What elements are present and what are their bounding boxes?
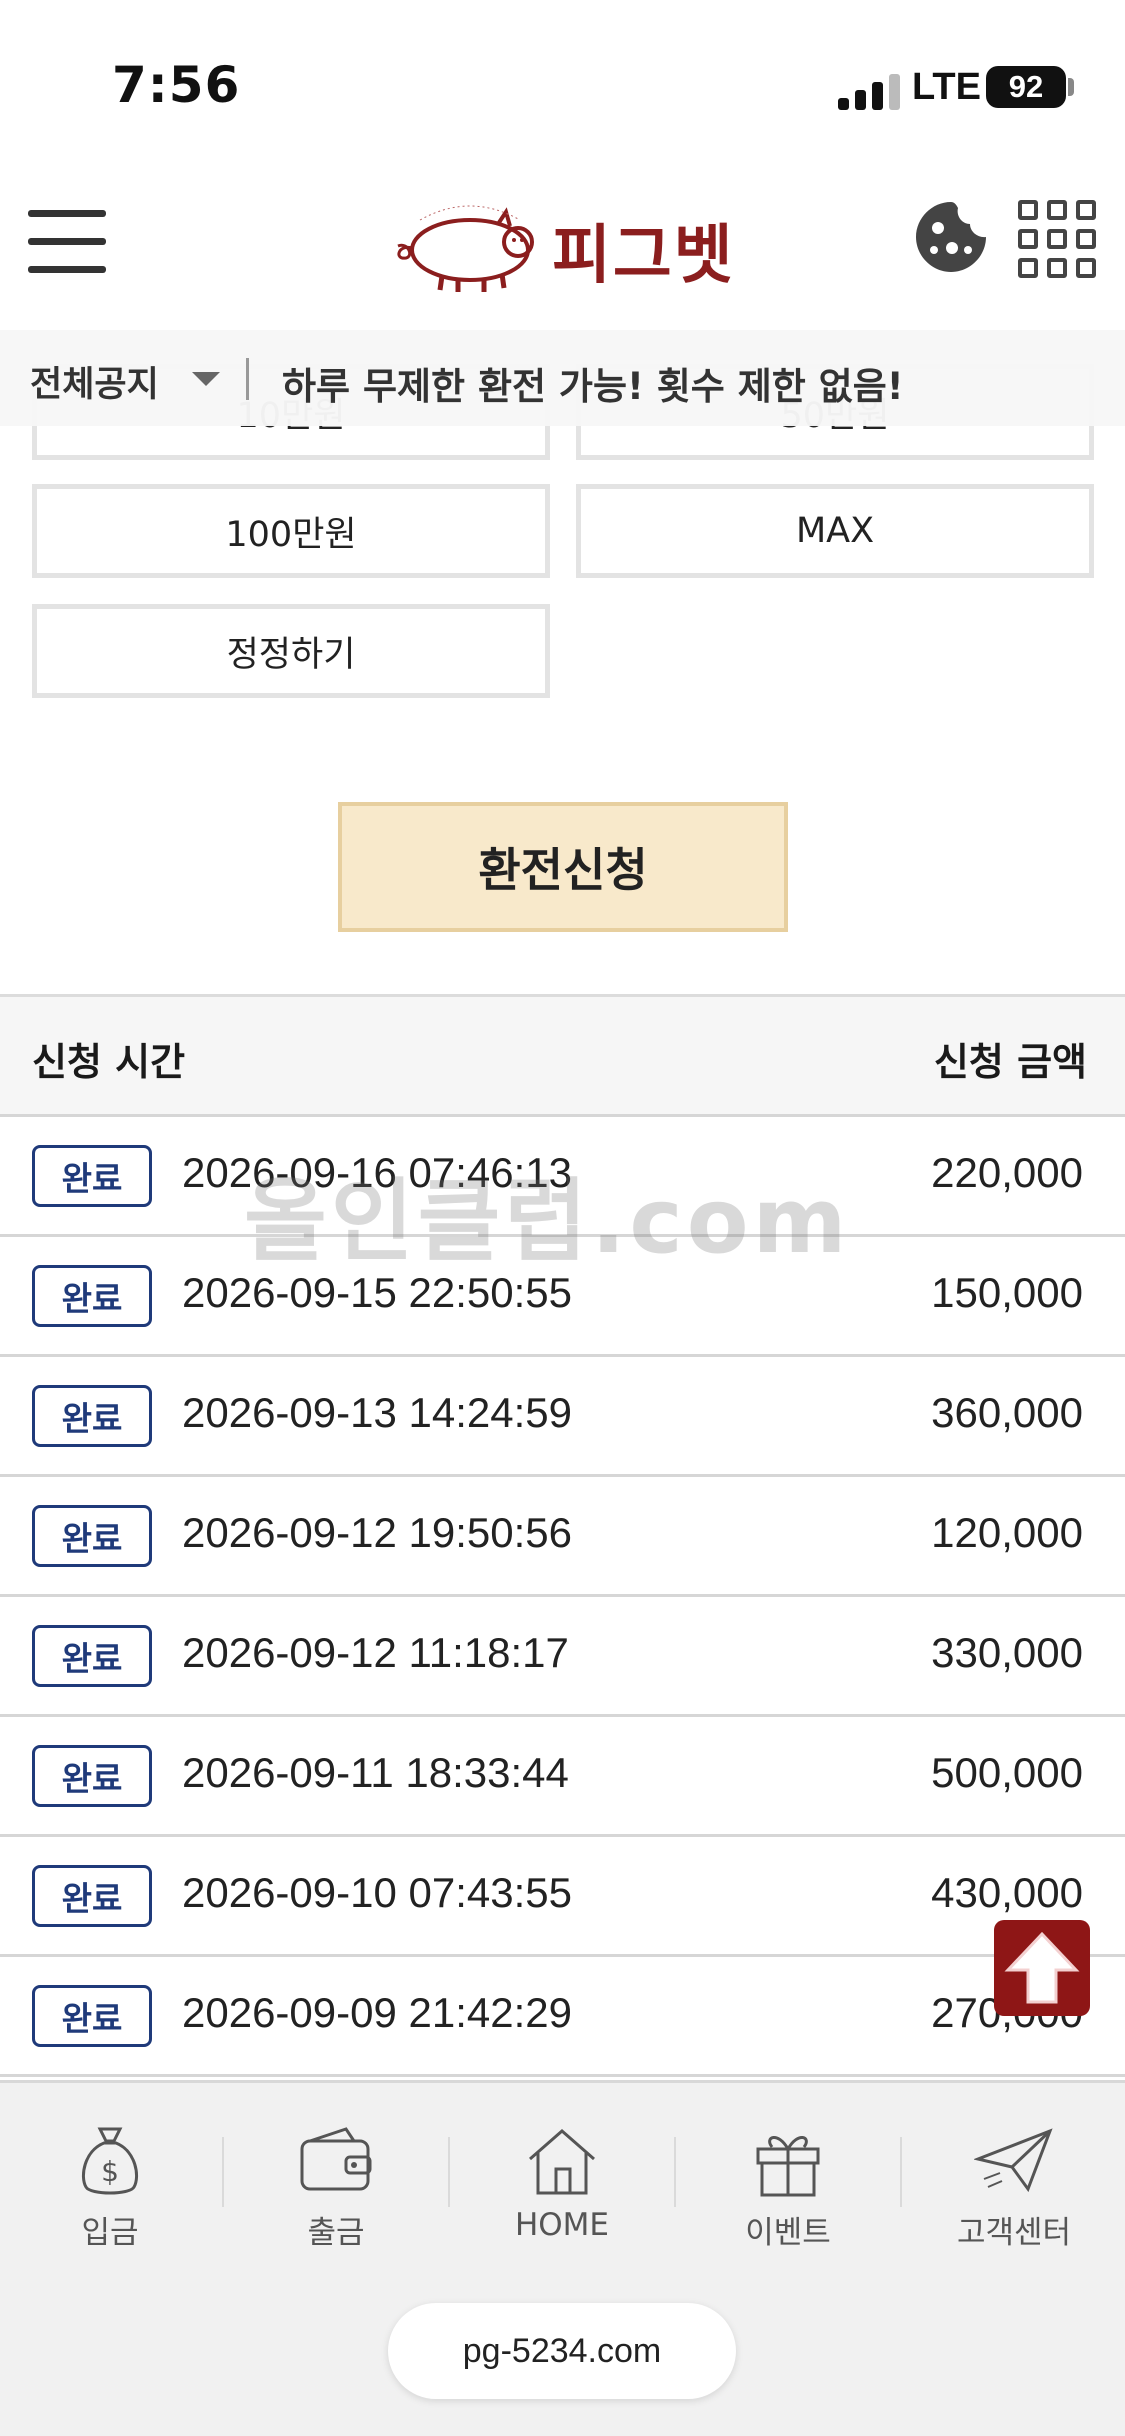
paper-plane-icon	[974, 2128, 1053, 2193]
request-amount: 500,000	[931, 1749, 1083, 1796]
menu-icon[interactable]	[28, 206, 106, 276]
nav-withdraw[interactable]: 출금	[246, 2123, 426, 2253]
status-badge: 완료	[32, 1865, 152, 1927]
table-row: 완료 2026-09-09 21:42:29 270,000	[0, 1957, 1125, 2077]
browser-url-bar[interactable]: pg-5234.com	[388, 2303, 736, 2399]
house-icon	[529, 2129, 595, 2195]
nav-deposit[interactable]: $ 입금	[20, 2123, 200, 2253]
notice-bar[interactable]: 전체공지 하루 무제한 환전 가능! 횟수 제한 없음!	[0, 330, 1125, 426]
table-row: 완료 2026-09-16 07:46:13 220,000	[0, 1117, 1125, 1237]
table-row: 완료 2026-09-15 22:50:55 150,000	[0, 1237, 1125, 1357]
amount-button-max[interactable]: MAX	[576, 484, 1094, 578]
apps-grid-icon[interactable]	[1018, 200, 1096, 278]
request-datetime: 2026-09-13 14:24:59	[182, 1389, 572, 1436]
battery-tip	[1068, 78, 1074, 96]
svg-text:$: $	[101, 2155, 119, 2188]
status-badge: 완료	[32, 1745, 152, 1807]
status-time: 7:56	[112, 56, 241, 114]
scroll-top-button[interactable]	[994, 1920, 1090, 2016]
table-row: 완료 2026-09-12 11:18:17 330,000	[0, 1597, 1125, 1717]
nav-event[interactable]: 이벤트	[698, 2123, 878, 2253]
table-row: 완료 2026-09-12 19:50:56 120,000	[0, 1477, 1125, 1597]
notice-divider	[246, 358, 249, 400]
request-datetime: 2026-09-16 07:46:13	[182, 1149, 572, 1196]
withdraw-history-table: 신청 시간 신청 금액 완료 2026-09-16 07:46:13 220,0…	[0, 994, 1125, 2077]
status-badge: 완료	[32, 1985, 152, 2047]
request-datetime: 2026-09-10 07:43:55	[182, 1869, 572, 1916]
request-amount: 150,000	[931, 1269, 1083, 1316]
request-amount: 330,000	[931, 1629, 1083, 1676]
nav-divider	[900, 2137, 902, 2207]
nav-support[interactable]: 고객센터	[924, 2123, 1104, 2253]
table-header: 신청 시간 신청 금액	[0, 997, 1125, 1117]
request-amount: 360,000	[931, 1389, 1083, 1436]
table-row: 완료 2026-09-11 18:33:44 500,000	[0, 1717, 1125, 1837]
nav-label: 입금	[81, 2215, 139, 2251]
status-badge: 완료	[32, 1505, 152, 1567]
header-request-time: 신청 시간	[32, 1040, 186, 1084]
request-datetime: 2026-09-09 21:42:29	[182, 1989, 572, 2036]
bottom-nav: $ 입금 출금 HOME 이벤트 고객센터 pg-5234.com	[0, 2080, 1125, 2436]
nav-divider	[674, 2137, 676, 2207]
table-row: 완료 2026-09-13 14:24:59 360,000	[0, 1357, 1125, 1477]
money-bag-icon: $	[81, 2127, 139, 2195]
battery-icon: 92	[986, 66, 1066, 108]
app-header: 피그벳	[0, 170, 1125, 330]
status-badge: 완료	[32, 1145, 152, 1207]
status-badge: 완료	[32, 1265, 152, 1327]
pig-logo-icon	[397, 205, 534, 292]
site-logo[interactable]: 피그벳	[380, 190, 760, 300]
amount-button-1m[interactable]: 100만원	[32, 484, 550, 578]
header-request-amount: 신청 금액	[933, 1040, 1087, 1084]
table-row: 완료 2026-09-10 07:43:55 430,000	[0, 1837, 1125, 1957]
nav-label: 고객센터	[956, 2215, 1072, 2251]
caret-down-icon[interactable]	[192, 372, 220, 386]
cookie-icon[interactable]	[912, 198, 990, 276]
nav-label: HOME	[514, 2207, 610, 2243]
nav-home[interactable]: HOME	[472, 2123, 652, 2253]
status-badge: 완료	[32, 1625, 152, 1687]
notice-category[interactable]: 전체공지	[30, 356, 159, 407]
wallet-icon	[300, 2127, 372, 2191]
request-datetime: 2026-09-12 19:50:56	[182, 1509, 572, 1556]
arrow-up-icon	[1004, 1931, 1080, 2004]
request-datetime: 2026-09-12 11:18:17	[182, 1629, 569, 1676]
withdraw-apply-button[interactable]: 환전신청	[338, 802, 788, 932]
request-datetime: 2026-09-11 18:33:44	[182, 1749, 569, 1796]
request-amount: 220,000	[931, 1149, 1083, 1196]
request-amount: 120,000	[931, 1509, 1083, 1556]
correct-button[interactable]: 정정하기	[32, 604, 550, 698]
nav-divider	[448, 2137, 450, 2207]
nav-divider	[222, 2137, 224, 2207]
status-badge: 완료	[32, 1385, 152, 1447]
nav-label: 이벤트	[745, 2215, 831, 2251]
gift-icon	[756, 2136, 820, 2197]
nav-label: 출금	[307, 2215, 365, 2251]
request-datetime: 2026-09-15 22:50:55	[182, 1269, 572, 1316]
signal-icon	[838, 74, 900, 110]
network-label: LTE	[912, 66, 981, 108]
notice-text: 하루 무제한 환전 가능! 횟수 제한 없음!	[282, 365, 904, 408]
request-amount: 430,000	[931, 1869, 1083, 1916]
status-bar: 7:56 LTE 92	[0, 0, 1125, 170]
logo-text: 피그벳	[552, 218, 735, 293]
